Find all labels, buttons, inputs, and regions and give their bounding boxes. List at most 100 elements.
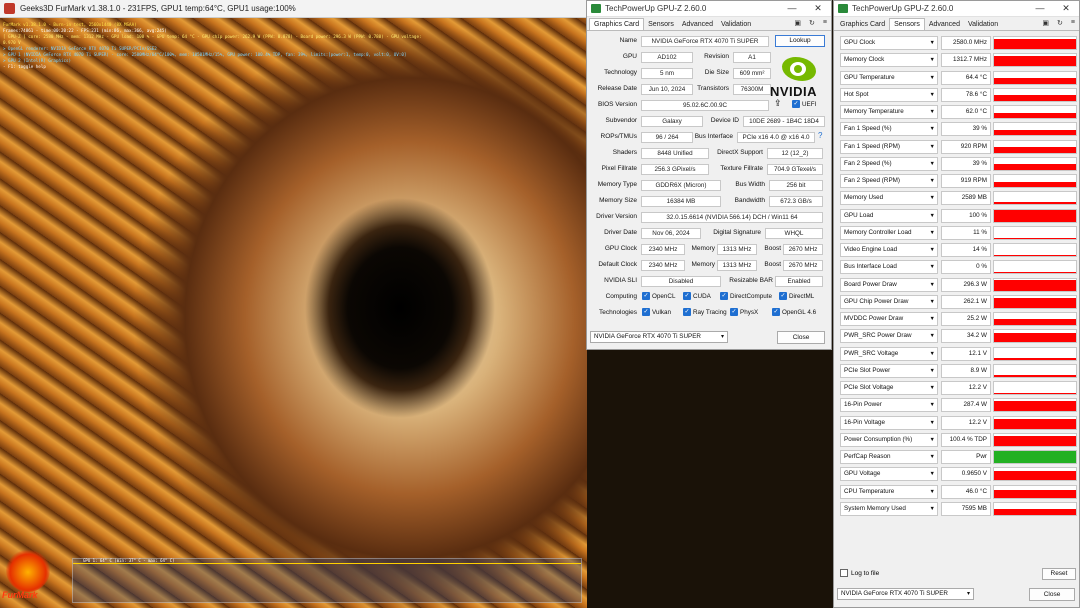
help-icon[interactable]: ? <box>818 131 822 140</box>
tab-validation[interactable]: Validation <box>964 19 1002 30</box>
sensor-name-dropdown[interactable]: PerfCap Reason ▼ <box>840 450 938 464</box>
cuda-checkbox[interactable]: ✓ CUDA <box>683 291 711 303</box>
sensor-graph-fill <box>994 94 1076 101</box>
close-icon[interactable]: ✕ <box>1053 3 1079 14</box>
sli-label: NVIDIA SLI <box>604 277 637 284</box>
sensor-row: Video Engine Load ▼ 14 % <box>840 242 1077 258</box>
tab-sensors[interactable]: Sensors <box>889 18 925 30</box>
sensor-graph-fill <box>994 332 1076 343</box>
tab-sensors[interactable]: Sensors <box>644 19 678 30</box>
sensor-name-dropdown[interactable]: 16-Pin Voltage ▼ <box>840 415 938 430</box>
furmark-titlebar[interactable]: Geeks3D FurMark v1.38.1.0 - 231FPS, GPU1… <box>0 0 587 18</box>
sensor-row: Bus Interface Load ▼ 0 % <box>840 259 1077 275</box>
chevron-down-icon: ▼ <box>929 333 935 340</box>
memory-size-label: Memory Size <box>599 197 637 204</box>
sensor-name-dropdown[interactable]: GPU Voltage ▼ <box>840 467 938 482</box>
tab-advanced[interactable]: Advanced <box>925 19 964 30</box>
sensor-name-dropdown[interactable]: Hot Spot ▼ <box>840 87 938 102</box>
log-to-file-checkbox[interactable]: Log to file <box>840 569 879 579</box>
sensor-row: GPU Load ▼ 100 % <box>840 208 1077 224</box>
sensor-name-dropdown[interactable]: PCIe Slot Power ▼ <box>840 363 938 378</box>
tab-validation[interactable]: Validation <box>717 19 755 30</box>
close-button[interactable]: Close <box>1029 588 1075 601</box>
chevron-down-icon: ▼ <box>929 126 935 133</box>
texture-fillrate-value: 704.9 GTexel/s <box>767 164 823 175</box>
memory-type-label: Memory Type <box>597 181 637 188</box>
sensor-name-dropdown[interactable]: PCIe Slot Voltage ▼ <box>840 381 938 395</box>
camera-icon[interactable]: ▣ <box>794 19 801 27</box>
refresh-icon[interactable]: ↻ <box>809 19 815 27</box>
physx-checkbox[interactable]: ✓ PhysX <box>730 307 758 319</box>
sensor-name-dropdown[interactable]: Video Engine Load ▼ <box>840 243 938 257</box>
sensor-name-dropdown[interactable]: Fan 2 Speed (RPM) ▼ <box>840 174 938 188</box>
sensor-value: 1312.7 MHz <box>941 53 991 68</box>
cuda-label: CUDA <box>693 293 711 300</box>
close-icon[interactable]: ✕ <box>805 3 831 14</box>
sensor-graph-fill <box>994 358 1076 360</box>
sensor-name-dropdown[interactable]: Bus Interface Load ▼ <box>840 260 938 275</box>
sensor-name-dropdown[interactable]: MVDDC Power Draw ▼ <box>840 312 938 326</box>
gpu-select-dropdown[interactable]: NVIDIA GeForce RTX 4070 Ti SUPER ▾ <box>837 588 974 600</box>
sensor-name-dropdown[interactable]: Board Power Draw ▼ <box>840 277 938 292</box>
tab-graphics-card[interactable]: Graphics Card <box>836 19 889 30</box>
sensor-graph-fill <box>994 298 1076 308</box>
transistors-value: 76300M <box>733 84 771 95</box>
raytracing-label: Ray Tracing <box>693 309 727 316</box>
sensor-name-dropdown[interactable]: Fan 1 Speed (%) ▼ <box>840 122 938 137</box>
directml-checkbox[interactable]: ✓ DirectML <box>779 291 814 303</box>
opencl-checkbox[interactable]: ✓ OpenCL <box>642 291 675 303</box>
tab-advanced[interactable]: Advanced <box>678 19 717 30</box>
sensor-name-dropdown[interactable]: GPU Temperature ▼ <box>840 70 938 85</box>
furmark-stats-overlay: FurMark v1.38.1.0 - Burn-in test, 2560x1… <box>3 22 423 70</box>
sensor-name-dropdown[interactable]: Memory Controller Load ▼ <box>840 225 938 240</box>
gpuz1-tabs: Graphics Card Sensors Advanced Validatio… <box>587 17 831 31</box>
sensor-value: 2589 MB <box>941 191 991 206</box>
menu-icon[interactable]: ≡ <box>1071 19 1075 27</box>
gpuz1-titlebar[interactable]: TechPowerUp GPU-Z 2.60.0 — ✕ <box>587 1 831 17</box>
sensor-name-dropdown[interactable]: System Memory Used ▼ <box>840 501 938 516</box>
sensor-name-dropdown[interactable]: Fan 1 Speed (RPM) ▼ <box>840 139 938 154</box>
sensor-graph-fill <box>994 418 1076 429</box>
chevron-down-icon: ▼ <box>929 402 935 409</box>
menu-icon[interactable]: ≡ <box>823 19 827 27</box>
raytracing-checkbox[interactable]: ✓ Ray Tracing <box>683 307 727 319</box>
sensor-name-dropdown[interactable]: CPU Temperature ▼ <box>840 484 938 499</box>
sensor-name-dropdown[interactable]: GPU Load ▼ <box>840 208 938 223</box>
gpu-select-dropdown[interactable]: NVIDIA GeForce RTX 4070 Ti SUPER ▾ <box>590 331 728 343</box>
sensor-graph <box>993 122 1077 137</box>
gpuz-graphics-card-window: TechPowerUp GPU-Z 2.60.0 — ✕ Graphics Ca… <box>586 0 832 350</box>
chevron-down-icon: ▼ <box>929 471 935 478</box>
sensor-value: 62.0 °C <box>941 105 991 119</box>
gpuz2-titlebar[interactable]: TechPowerUp GPU-Z 2.60.0 — ✕ <box>834 1 1079 17</box>
sensor-name: PWR_SRC Power Draw <box>844 332 912 340</box>
opengl-checkbox[interactable]: ✓ OpenGL 4.6 <box>772 307 816 319</box>
sensor-name-dropdown[interactable]: Memory Used ▼ <box>840 191 938 206</box>
vulkan-checkbox[interactable]: ✓ Vulkan <box>642 307 671 319</box>
vulkan-label: Vulkan <box>652 309 672 316</box>
chevron-down-icon: ▼ <box>929 74 935 81</box>
sensor-name-dropdown[interactable]: 16-Pin Power ▼ <box>840 398 938 413</box>
directcompute-checkbox[interactable]: ✓ DirectCompute <box>720 291 772 303</box>
release-date-label: Release Date <box>597 85 637 92</box>
sensor-name-dropdown[interactable]: Power Consumption (%) ▼ <box>840 432 938 447</box>
refresh-icon[interactable]: ↻ <box>1057 19 1063 27</box>
driver-date-value: Nov 06, 2024 <box>641 228 701 239</box>
sensor-graph-fill <box>994 272 1076 274</box>
minimize-icon[interactable]: — <box>779 3 805 14</box>
sensor-name-dropdown[interactable]: Fan 2 Speed (%) ▼ <box>840 156 938 171</box>
sensor-name-dropdown[interactable]: GPU Clock ▼ <box>840 36 938 50</box>
sensor-name-dropdown[interactable]: PWR_SRC Voltage ▼ <box>840 346 938 361</box>
camera-icon[interactable]: ▣ <box>1042 19 1049 27</box>
sensor-graph <box>993 225 1077 240</box>
sensor-name-dropdown[interactable]: Memory Clock ▼ <box>840 53 938 68</box>
sensor-row: Fan 2 Speed (RPM) ▼ 919 RPM <box>840 173 1077 189</box>
sensor-name-dropdown[interactable]: PWR_SRC Power Draw ▼ <box>840 329 938 344</box>
sensor-name-dropdown[interactable]: GPU Chip Power Draw ▼ <box>840 294 938 309</box>
close-button[interactable]: Close <box>777 331 825 344</box>
minimize-icon[interactable]: — <box>1027 3 1053 14</box>
sensor-name-dropdown[interactable]: Memory Temperature ▼ <box>840 105 938 119</box>
lookup-button[interactable]: Lookup <box>775 35 825 47</box>
temperature-graph: GPU 1: 64° C (min: 37° C - max: 64° C) <box>72 558 582 603</box>
reset-button[interactable]: Reset <box>1042 568 1076 580</box>
tab-graphics-card[interactable]: Graphics Card <box>589 18 645 30</box>
